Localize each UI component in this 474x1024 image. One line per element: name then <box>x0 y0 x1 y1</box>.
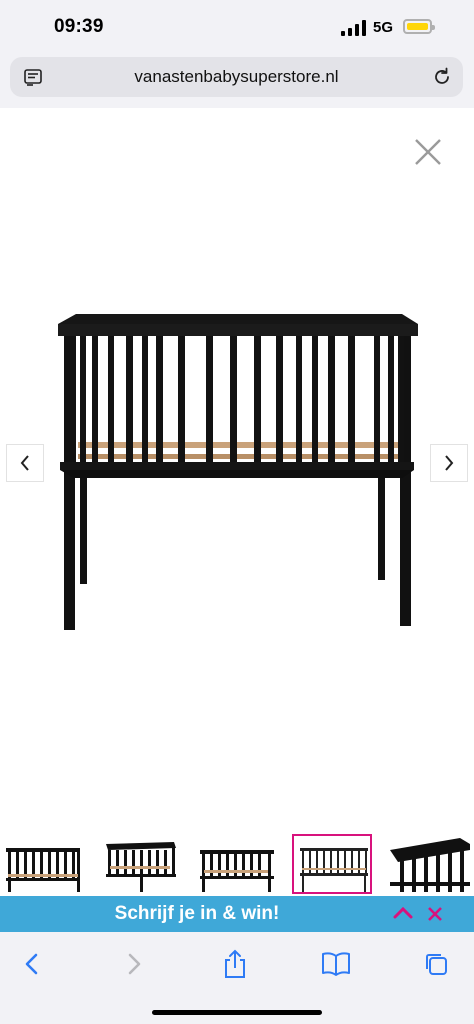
address-bar[interactable]: vanastenbabysuperstore.nl <box>10 57 463 97</box>
forward-icon <box>128 953 141 975</box>
battery-icon <box>403 19 435 34</box>
url-text[interactable]: vanastenbabysuperstore.nl <box>10 67 463 87</box>
forward-button[interactable] <box>116 946 152 982</box>
thumbnail-3[interactable] <box>198 836 278 892</box>
next-image-button[interactable] <box>430 444 468 482</box>
thumbnail-2[interactable] <box>100 836 180 892</box>
share-icon <box>225 949 245 978</box>
close-banner-icon[interactable] <box>425 904 445 924</box>
thumbnail-1[interactable] <box>4 836 84 892</box>
thumbnail-5[interactable] <box>390 836 470 892</box>
reload-icon[interactable] <box>431 66 453 88</box>
bookmarks-button[interactable] <box>318 946 354 982</box>
crib-product-image <box>58 314 418 630</box>
chevron-left-icon <box>20 455 29 471</box>
status-bar: 09:39 5G <box>0 0 474 56</box>
address-area: vanastenbabysuperstore.nl <box>0 56 474 109</box>
tabs-button[interactable] <box>418 946 454 982</box>
bookmarks-icon <box>322 952 350 976</box>
banner-text[interactable]: Schrijf je in & win! <box>0 903 394 925</box>
back-button[interactable] <box>14 946 50 982</box>
tabs-icon <box>426 954 447 975</box>
share-button[interactable] <box>217 946 253 982</box>
status-time: 09:39 <box>54 16 104 37</box>
home-indicator <box>152 1010 322 1015</box>
thumbnail-4-active[interactable] <box>292 834 372 894</box>
signal-icon <box>341 20 367 36</box>
chevron-up-icon[interactable] <box>392 902 414 924</box>
close-icon[interactable] <box>412 136 444 168</box>
previous-image-button[interactable] <box>6 444 44 482</box>
network-type: 5G <box>373 19 394 36</box>
newsletter-banner[interactable]: Schrijf je in & win! <box>0 896 474 932</box>
back-icon <box>25 953 38 975</box>
thumbnail-strip[interactable] <box>0 832 474 894</box>
chevron-right-icon <box>445 455 454 471</box>
